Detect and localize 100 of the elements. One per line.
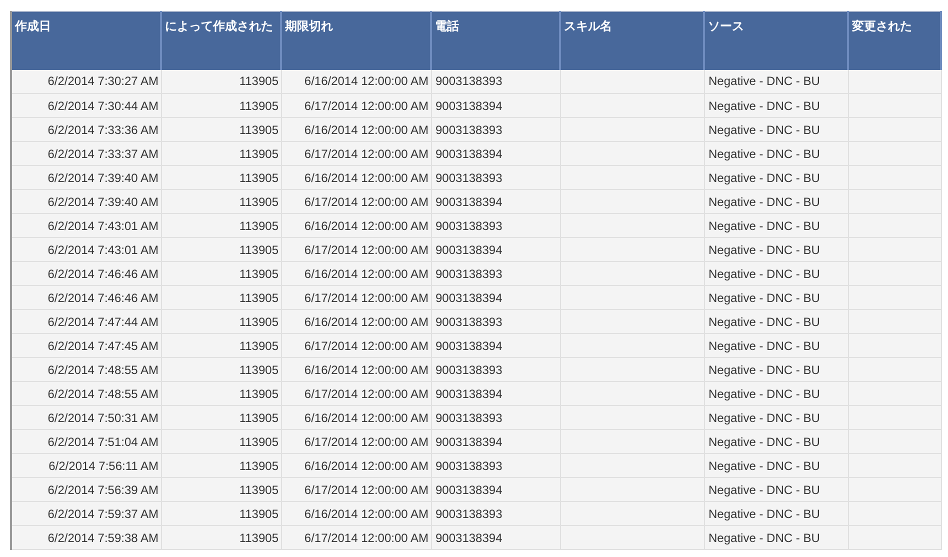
table-cell: 9003138394 bbox=[436, 146, 502, 160]
table-cell: Negative - DNC - BU bbox=[708, 98, 820, 112]
table-cell: 113905 bbox=[239, 530, 278, 544]
column-header[interactable]: ソース bbox=[704, 12, 848, 70]
table-cell: 113905 bbox=[239, 434, 278, 448]
table-cell: 113905 bbox=[239, 146, 278, 160]
table-cell: 9003138393 bbox=[436, 362, 502, 376]
table-cell: Negative - DNC - BU bbox=[708, 122, 820, 136]
table-cell: 113905 bbox=[239, 314, 278, 328]
table-cell: Negative - DNC - BU bbox=[708, 362, 820, 376]
table-cell: 9003138394 bbox=[436, 98, 502, 112]
table-cell: 113905 bbox=[239, 386, 278, 400]
table-cell: 6/17/2014 12:00:00 AM bbox=[304, 194, 428, 208]
table-cell: 6/2/2014 7:43:01 AM bbox=[48, 218, 158, 232]
table-cell: 9003138394 bbox=[436, 482, 502, 496]
table-cell: 6/16/2014 12:00:00 AM bbox=[304, 314, 428, 328]
table-cell: 6/2/2014 7:47:44 AM bbox=[48, 314, 158, 328]
table-cell: 9003138394 bbox=[436, 386, 502, 400]
table-cell: 6/2/2014 7:48:55 AM bbox=[48, 362, 158, 376]
table-cell: 9003138393 bbox=[436, 74, 502, 88]
table-cell: 113905 bbox=[239, 362, 278, 376]
table-cell: 6/17/2014 12:00:00 AM bbox=[304, 98, 428, 112]
table-cell: 6/17/2014 12:00:00 AM bbox=[304, 290, 428, 304]
table-cell: Negative - DNC - BU bbox=[708, 530, 820, 544]
table-cell: 6/16/2014 12:00:00 AM bbox=[304, 122, 428, 136]
table-cell: Negative - DNC - BU bbox=[708, 482, 820, 496]
table-cell: 6/2/2014 7:59:37 AM bbox=[48, 506, 158, 520]
table-cell: 6/2/2014 7:43:01 AM bbox=[48, 242, 158, 256]
table-cell: 113905 bbox=[239, 410, 278, 424]
table-cell: 6/2/2014 7:59:38 AM bbox=[48, 530, 158, 544]
column-header[interactable]: によって作成された bbox=[161, 12, 281, 70]
table-cell: Negative - DNC - BU bbox=[708, 194, 820, 208]
table-cell: 9003138393 bbox=[436, 122, 502, 136]
table-cell: 9003138393 bbox=[436, 170, 502, 184]
table-cell: 6/17/2014 12:00:00 AM bbox=[304, 242, 428, 256]
table-cell: 6/2/2014 7:30:27 AM bbox=[48, 74, 158, 88]
table-cell: 6/16/2014 12:00:00 AM bbox=[304, 362, 428, 376]
table-cell: 6/2/2014 7:46:46 AM bbox=[48, 290, 158, 304]
column-header[interactable]: 作成日 bbox=[11, 12, 161, 70]
table-cell: 113905 bbox=[239, 170, 278, 184]
table-cell: 113905 bbox=[239, 266, 278, 280]
table-cell: Negative - DNC - BU bbox=[708, 434, 820, 448]
table-cell: 113905 bbox=[239, 194, 278, 208]
table-cell: 113905 bbox=[239, 506, 278, 520]
table-cell: 6/17/2014 12:00:00 AM bbox=[304, 338, 428, 352]
table-cell: 113905 bbox=[239, 98, 278, 112]
table-cell: Negative - DNC - BU bbox=[708, 410, 820, 424]
table-cell: 113905 bbox=[239, 218, 278, 232]
table-cell: 6/2/2014 7:56:11 AM bbox=[48, 458, 158, 472]
table-cell: 113905 bbox=[239, 338, 278, 352]
table-cell: 113905 bbox=[239, 122, 278, 136]
table-cell: 6/16/2014 12:00:00 AM bbox=[304, 74, 428, 88]
table-cell: 9003138393 bbox=[436, 266, 502, 280]
table-cell: 9003138394 bbox=[436, 290, 502, 304]
table-cell: 6/2/2014 7:30:44 AM bbox=[48, 98, 158, 112]
table-cell: 113905 bbox=[239, 458, 278, 472]
table-cell: 6/2/2014 7:33:36 AM bbox=[48, 122, 158, 136]
table-cell: 9003138393 bbox=[436, 218, 502, 232]
table-cell: Negative - DNC - BU bbox=[708, 290, 820, 304]
table-cell: 9003138393 bbox=[436, 314, 502, 328]
table-cell: 6/2/2014 7:51:04 AM bbox=[48, 434, 158, 448]
table-cell: 113905 bbox=[239, 74, 278, 88]
table-cell: 6/16/2014 12:00:00 AM bbox=[304, 170, 428, 184]
table-cell: Negative - DNC - BU bbox=[708, 506, 820, 520]
table-cell: 6/16/2014 12:00:00 AM bbox=[304, 266, 428, 280]
table-cell: 6/16/2014 12:00:00 AM bbox=[304, 458, 428, 472]
table-cell: Negative - DNC - BU bbox=[708, 386, 820, 400]
table-cell: 9003138394 bbox=[436, 338, 502, 352]
table-cell: 6/2/2014 7:50:31 AM bbox=[48, 410, 158, 424]
table-cell: 9003138394 bbox=[436, 530, 502, 544]
table-cell: 9003138393 bbox=[436, 458, 502, 472]
table-cell: 6/17/2014 12:00:00 AM bbox=[304, 434, 428, 448]
table-cell: Negative - DNC - BU bbox=[708, 458, 820, 472]
table-cell: 6/2/2014 7:39:40 AM bbox=[48, 170, 158, 184]
table-cell: 6/2/2014 7:33:37 AM bbox=[48, 146, 158, 160]
table-cell: 6/2/2014 7:48:55 AM bbox=[48, 386, 158, 400]
table-cell: Negative - DNC - BU bbox=[708, 314, 820, 328]
table-cell: 6/2/2014 7:46:46 AM bbox=[48, 266, 158, 280]
column-header[interactable]: 電話 bbox=[431, 12, 560, 70]
table-cell: 6/16/2014 12:00:00 AM bbox=[304, 506, 428, 520]
table-cell: 113905 bbox=[239, 482, 278, 496]
table-cell: 6/17/2014 12:00:00 AM bbox=[304, 482, 428, 496]
column-header[interactable]: 期限切れ bbox=[281, 12, 431, 70]
table-cell: 9003138393 bbox=[436, 506, 502, 520]
table-cell: 6/2/2014 7:39:40 AM bbox=[48, 194, 158, 208]
table-cell: Negative - DNC - BU bbox=[708, 218, 820, 232]
column-header[interactable]: 変更された bbox=[848, 12, 941, 70]
table-cell: Negative - DNC - BU bbox=[708, 266, 820, 280]
table-cell: Negative - DNC - BU bbox=[708, 170, 820, 184]
table-cell: 9003138394 bbox=[436, 434, 502, 448]
table-cell: 6/17/2014 12:00:00 AM bbox=[304, 386, 428, 400]
column-header[interactable]: スキル名 bbox=[560, 12, 704, 70]
table-cell: Negative - DNC - BU bbox=[708, 242, 820, 256]
table-cell: 9003138394 bbox=[436, 194, 502, 208]
table-cell: 6/17/2014 12:00:00 AM bbox=[304, 530, 428, 544]
table-cell: Negative - DNC - BU bbox=[708, 146, 820, 160]
table-cell: Negative - DNC - BU bbox=[708, 338, 820, 352]
table-cell: Negative - DNC - BU bbox=[708, 74, 820, 88]
table-cell: 9003138393 bbox=[436, 410, 502, 424]
table-cell: 113905 bbox=[239, 290, 278, 304]
